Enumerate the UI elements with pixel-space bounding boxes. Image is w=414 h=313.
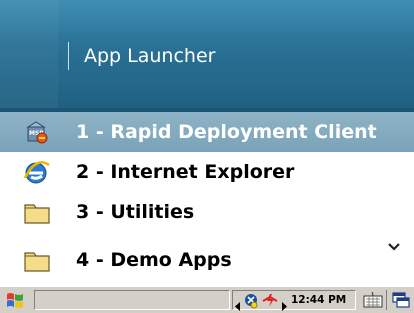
desktop-icon[interactable] [392, 291, 410, 309]
tray-arrow-left-icon[interactable] [235, 296, 241, 311]
tray-arrow-right-icon[interactable] [281, 296, 287, 311]
folder-icon [22, 198, 52, 226]
launcher-item-rapid-deployment-client[interactable]: MSP 1 - Rapid Deployment Client [0, 112, 414, 152]
network-status-icon[interactable] [243, 292, 259, 309]
app-launcher-header: App Launcher [0, 0, 414, 112]
folder-icon [22, 246, 52, 274]
tray-separator [386, 290, 387, 310]
system-tray: 12:44 PM [232, 290, 356, 311]
chevron-down-icon[interactable] [386, 238, 402, 251]
msp-package-icon: MSP [22, 118, 52, 146]
clock[interactable]: 12:44 PM [291, 293, 346, 308]
task-button-area[interactable] [34, 290, 230, 310]
keyboard-icon[interactable] [362, 291, 384, 309]
header-accent [0, 0, 58, 112]
header-divider [68, 42, 69, 70]
windows-flag-icon[interactable] [4, 290, 26, 310]
launcher-item-demo-apps[interactable]: 4 - Demo Apps [0, 240, 414, 280]
launcher-list: MSP 1 - Rapid Deployment Client 2 - Inte… [0, 112, 414, 286]
launcher-item-internet-explorer[interactable]: 2 - Internet Explorer [0, 152, 414, 192]
launcher-item-label: 2 - Internet Explorer [76, 161, 295, 183]
launcher-item-label: 3 - Utilities [76, 201, 195, 223]
launcher-item-utilities[interactable]: 3 - Utilities [0, 192, 414, 232]
launcher-item-label: 4 - Demo Apps [76, 249, 232, 271]
page-title: App Launcher [84, 45, 216, 67]
power-status-icon[interactable] [261, 292, 279, 309]
internet-explorer-icon [22, 158, 52, 186]
launcher-item-label: 1 - Rapid Deployment Client [76, 121, 377, 143]
taskbar: 12:44 PM [0, 286, 414, 313]
